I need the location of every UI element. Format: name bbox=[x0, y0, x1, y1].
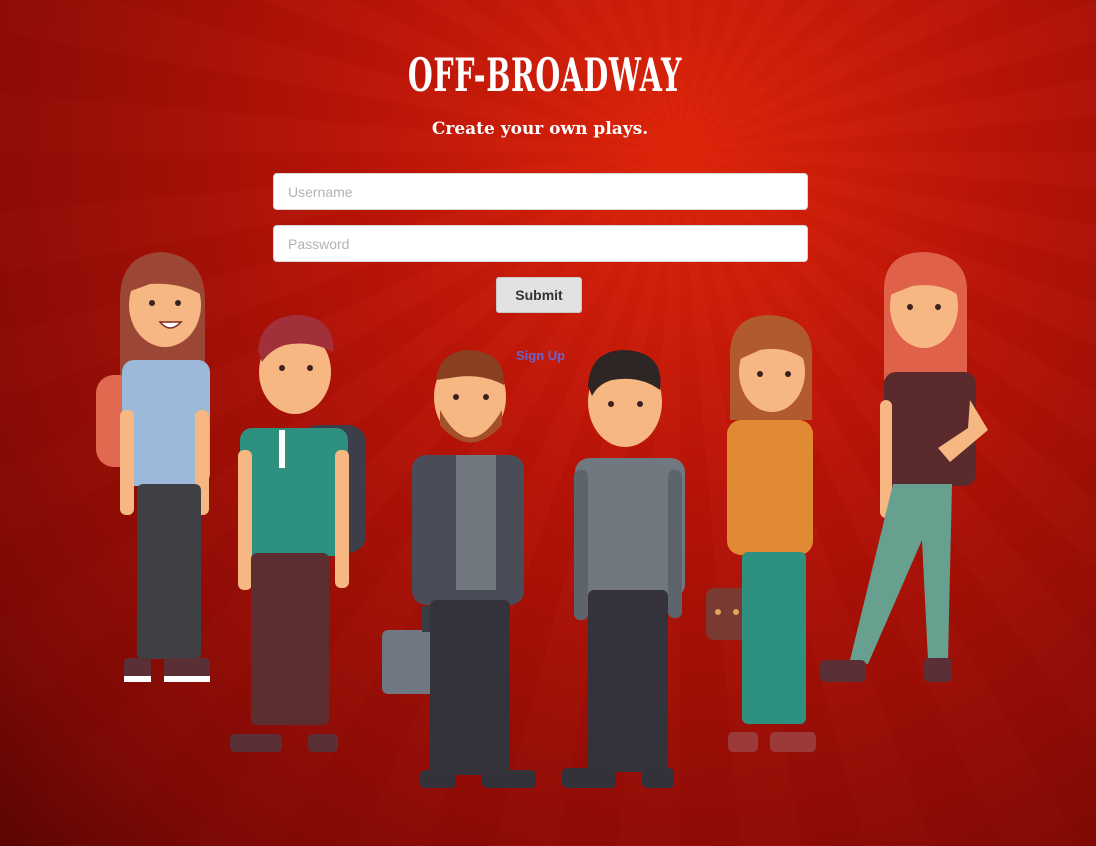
app-logo: OFF-BROADWAY bbox=[407, 48, 683, 102]
person-woman-orange-top bbox=[706, 315, 816, 752]
submit-button[interactable]: Submit bbox=[496, 277, 582, 313]
tagline: Create your own plays. bbox=[431, 119, 649, 139]
person-man-backpack bbox=[230, 315, 366, 752]
person-bearded-man bbox=[382, 350, 536, 788]
password-input[interactable] bbox=[273, 225, 808, 262]
person-woman-backpack bbox=[96, 252, 210, 682]
person-man-grey-shirt bbox=[562, 350, 685, 788]
username-input[interactable] bbox=[273, 173, 808, 210]
sign-up-link[interactable]: Sign Up bbox=[516, 348, 565, 363]
person-woman-red-hair bbox=[820, 252, 988, 682]
